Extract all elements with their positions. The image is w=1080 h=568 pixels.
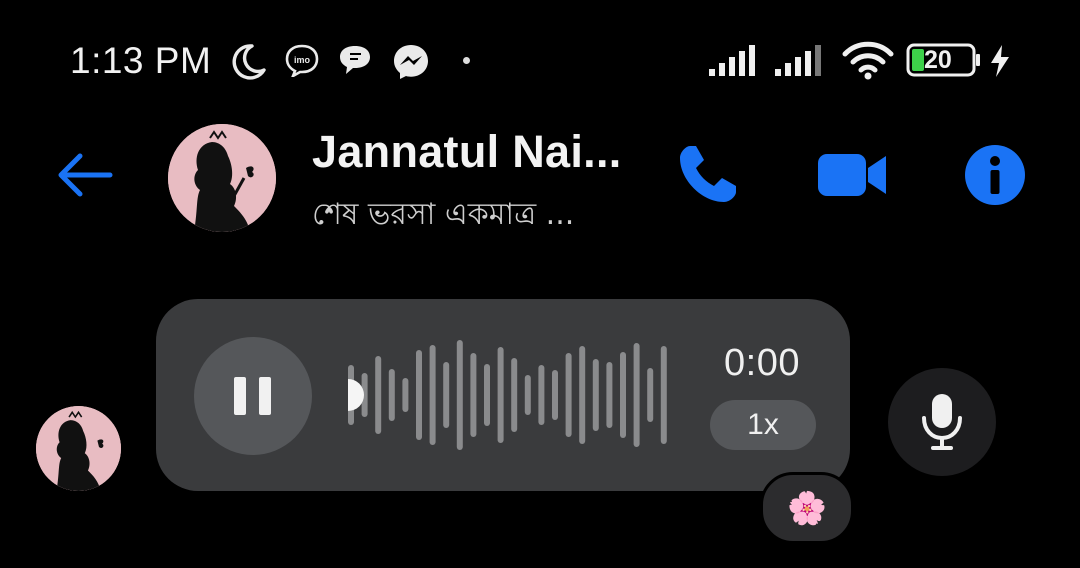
waveform-bar	[402, 378, 409, 412]
imo-icon: imo	[285, 44, 319, 77]
signal-strength-sim2-icon	[775, 45, 821, 76]
message-reaction[interactable]: 🌸	[760, 472, 854, 544]
waveform-bar	[620, 352, 626, 438]
waveform-bar	[375, 356, 382, 434]
notification-dot	[463, 57, 470, 64]
waveform-bar	[456, 340, 463, 450]
waveform-bar	[524, 375, 531, 415]
waveform-bar	[592, 359, 599, 431]
silhouette-portrait-icon	[36, 406, 121, 491]
waveform-bar	[443, 362, 450, 428]
contact-avatar[interactable]	[168, 124, 276, 232]
waveform-bar	[429, 345, 436, 445]
video-call-icon[interactable]	[816, 150, 888, 200]
audio-waveform[interactable]	[340, 335, 680, 455]
wifi-icon	[842, 41, 894, 80]
voice-record-button[interactable]	[888, 368, 996, 476]
moon-icon	[232, 44, 266, 80]
waveform-bar	[647, 368, 654, 422]
silhouette-portrait-icon	[168, 124, 276, 232]
svg-text:imo: imo	[294, 55, 311, 65]
pause-button[interactable]	[194, 337, 312, 455]
info-icon[interactable]	[964, 144, 1026, 206]
waveform-bar	[579, 346, 586, 444]
chat-bubble-icon	[340, 46, 370, 74]
pause-icon	[234, 377, 246, 415]
audio-call-icon[interactable]	[676, 142, 740, 206]
playback-speed-button[interactable]: 1x	[710, 400, 816, 450]
microphone-icon	[922, 394, 962, 450]
messenger-icon	[394, 45, 428, 79]
back-arrow-icon[interactable]	[55, 150, 115, 200]
sender-avatar[interactable]	[36, 406, 121, 491]
waveform-bar	[538, 365, 545, 425]
charging-bolt-icon	[991, 45, 1009, 77]
waveform-bar	[660, 346, 667, 444]
pause-icon-bar	[259, 377, 271, 415]
contact-status: শেষ ভরসা একমাত্র ...	[312, 197, 575, 232]
waveform-bar	[484, 364, 490, 426]
waveform-bar	[388, 369, 395, 421]
battery-level: 20	[924, 46, 952, 74]
waveform-bar	[470, 353, 477, 437]
status-time: 1:13 PM	[70, 40, 212, 81]
waveform-bar	[497, 347, 504, 443]
waveform-bar	[633, 343, 640, 447]
waveform-bar	[606, 362, 613, 428]
waveform-bar	[416, 350, 422, 440]
contact-name[interactable]: Jannatul Nai...	[312, 126, 622, 178]
waveform-bar	[552, 370, 558, 420]
signal-strength-icon	[709, 45, 755, 76]
waveform-bar	[511, 358, 518, 432]
voice-duration: 0:00	[724, 342, 800, 384]
waveform-bar	[565, 353, 572, 437]
